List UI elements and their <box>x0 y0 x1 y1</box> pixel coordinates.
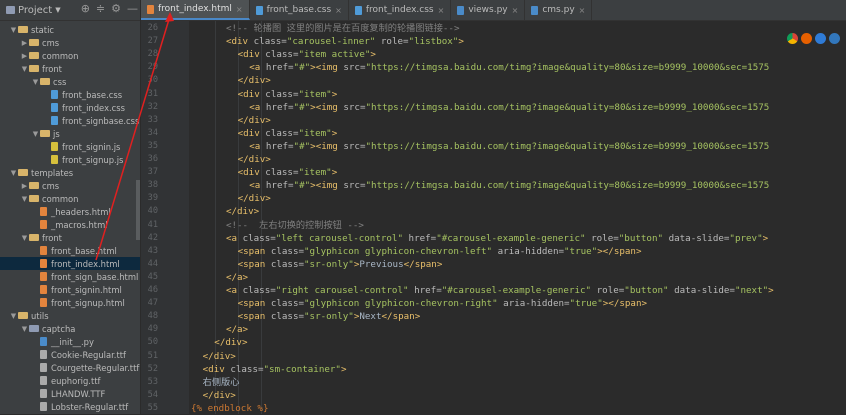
annotation-arrow-head <box>165 12 174 22</box>
ide-window: Project ▼ ⊕ ≑ ⚙ — ▼ static ▶ cms ▶ common ▼ fro… <box>0 0 846 414</box>
annotation-arrow-line <box>95 15 171 261</box>
annotation-arrow <box>95 12 174 261</box>
